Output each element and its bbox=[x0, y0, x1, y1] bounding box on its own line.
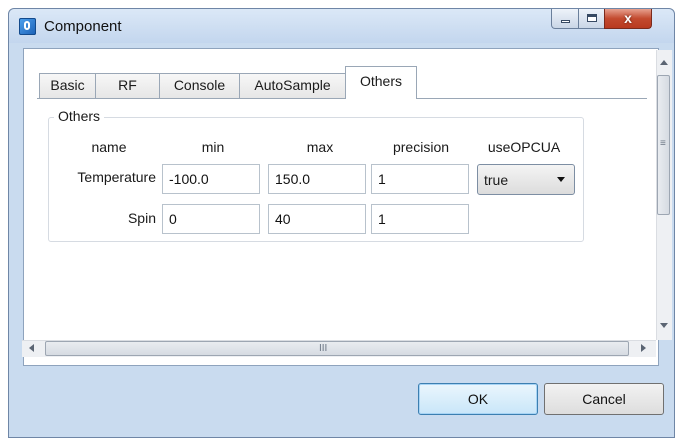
scroll-down-arrow-icon[interactable] bbox=[660, 323, 668, 328]
row-label-spin: Spin bbox=[127, 210, 156, 226]
horizontal-grip-icon: III bbox=[319, 343, 328, 354]
header-precision: precision bbox=[392, 139, 450, 155]
useopcua-selected-value: true bbox=[484, 172, 509, 188]
header-max: max bbox=[306, 139, 334, 155]
header-name: name bbox=[91, 139, 127, 155]
maximize-button[interactable] bbox=[578, 9, 605, 29]
spin-precision-input[interactable] bbox=[371, 204, 469, 234]
scroll-up-arrow-icon[interactable] bbox=[660, 60, 668, 65]
ok-button[interactable]: OK bbox=[418, 383, 538, 415]
scroll-right-arrow-icon[interactable] bbox=[641, 344, 646, 352]
close-icon: x bbox=[624, 10, 632, 26]
scroll-left-arrow-icon[interactable] bbox=[29, 344, 34, 352]
minimize-icon bbox=[561, 20, 570, 23]
temperature-max-input[interactable] bbox=[268, 164, 366, 194]
header-useopcua: useOPCUA bbox=[487, 139, 561, 155]
app-icon bbox=[19, 18, 36, 35]
useopcua-select[interactable]: true bbox=[477, 164, 575, 195]
groupbox-title: Others bbox=[54, 108, 105, 124]
title-bar[interactable]: Component x bbox=[9, 9, 674, 43]
tab-rf[interactable]: RF bbox=[95, 73, 160, 98]
tab-autosample[interactable]: AutoSample bbox=[239, 73, 346, 98]
tab-others[interactable]: Others bbox=[345, 66, 417, 99]
cancel-button[interactable]: Cancel bbox=[544, 383, 664, 415]
temperature-min-input[interactable] bbox=[162, 164, 260, 194]
window-title: Component bbox=[44, 18, 122, 35]
minimize-button[interactable] bbox=[551, 9, 579, 29]
dropdown-arrow-icon bbox=[557, 177, 565, 182]
tab-basic[interactable]: Basic bbox=[39, 73, 96, 98]
close-button[interactable]: x bbox=[604, 9, 652, 29]
horizontal-scroll-thumb[interactable] bbox=[45, 341, 629, 356]
tab-pane-border bbox=[37, 98, 647, 99]
spin-min-input[interactable] bbox=[162, 204, 260, 234]
maximize-icon bbox=[587, 14, 597, 22]
tab-console[interactable]: Console bbox=[159, 73, 240, 98]
temperature-precision-input[interactable] bbox=[371, 164, 469, 194]
row-label-temperature: Temperature bbox=[77, 169, 156, 185]
spin-max-input[interactable] bbox=[268, 204, 366, 234]
header-min: min bbox=[201, 139, 225, 155]
vertical-grip-icon: ≡ bbox=[660, 138, 666, 149]
